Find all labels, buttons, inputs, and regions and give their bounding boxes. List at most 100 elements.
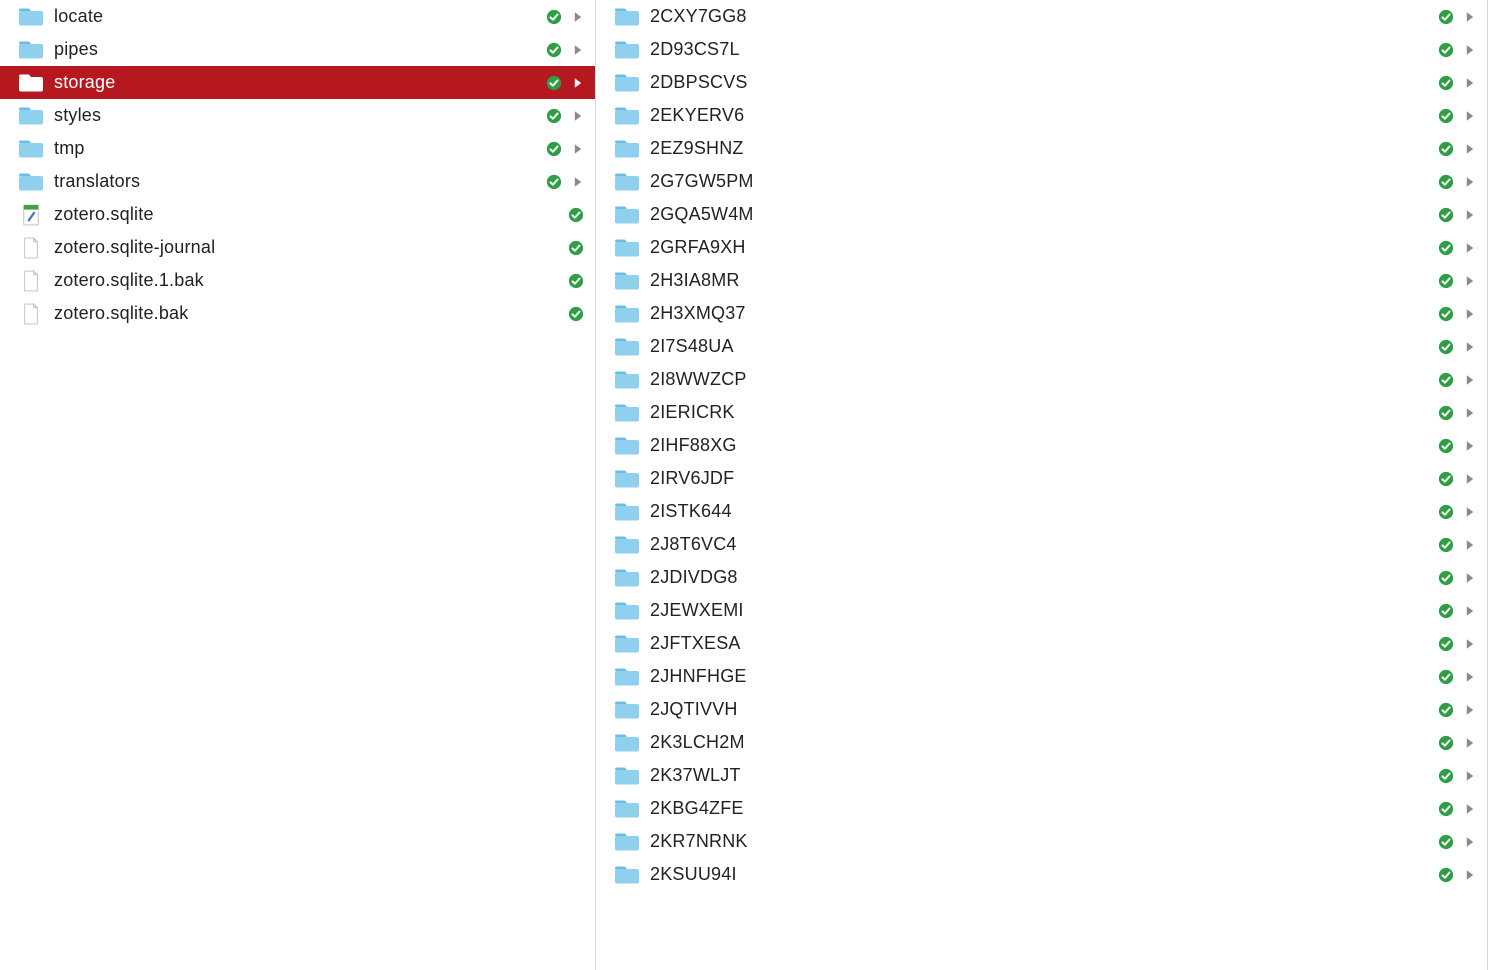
folder-icon [614,535,640,555]
file-row[interactable]: zotero.sqlite.bak [0,297,595,330]
sync-status-icon [545,107,563,125]
sync-status-icon [1437,701,1455,719]
file-row[interactable]: 2H3IA8MR [596,264,1487,297]
file-name-label: 2H3XMQ37 [650,303,1431,324]
file-row[interactable]: 2ISTK644 [596,495,1487,528]
file-name-label: 2KBG4ZFE [650,798,1431,819]
file-row[interactable]: 2IRV6JDF [596,462,1487,495]
folder-icon [614,634,640,654]
disclosure-arrow-icon [1463,76,1477,90]
file-name-label: 2ISTK644 [650,501,1431,522]
folder-icon [614,733,640,753]
file-name-label: 2JDIVDG8 [650,567,1431,588]
file-row[interactable]: 2JDIVDG8 [596,561,1487,594]
file-icon [18,304,44,324]
folder-icon [614,436,640,456]
folder-icon [614,205,640,225]
file-row[interactable]: 2KSUU94I [596,858,1487,891]
folder-icon [18,40,44,60]
folder-icon [614,832,640,852]
file-name-label: 2IHF88XG [650,435,1431,456]
file-row[interactable]: 2GQA5W4M [596,198,1487,231]
finder-column-view: locate pipes storage styles tmp tra [0,0,1488,970]
file-row[interactable]: 2GRFA9XH [596,231,1487,264]
file-row[interactable]: 2K3LCH2M [596,726,1487,759]
file-row[interactable]: translators [0,165,595,198]
file-row[interactable]: 2IERICRK [596,396,1487,429]
file-name-label: 2GRFA9XH [650,237,1431,258]
file-name-label: 2EZ9SHNZ [650,138,1431,159]
folder-icon [18,7,44,27]
file-row[interactable]: styles [0,99,595,132]
disclosure-arrow-icon [1463,109,1477,123]
file-row[interactable]: tmp [0,132,595,165]
disclosure-arrow-icon [1463,307,1477,321]
file-name-label: 2JFTXESA [650,633,1431,654]
file-row[interactable]: 2G7GW5PM [596,165,1487,198]
folder-icon [614,73,640,93]
folder-icon [614,502,640,522]
file-name-label: zotero.sqlite.bak [54,303,561,324]
folder-icon [614,469,640,489]
sync-status-icon [545,74,563,92]
file-row[interactable]: 2DBPSCVS [596,66,1487,99]
file-name-label: 2IRV6JDF [650,468,1431,489]
sync-status-icon [1437,206,1455,224]
file-row[interactable]: 2I8WWZCP [596,363,1487,396]
file-icon [18,271,44,291]
file-row[interactable]: locate [0,0,595,33]
file-row[interactable]: 2J8T6VC4 [596,528,1487,561]
file-row[interactable]: 2JFTXESA [596,627,1487,660]
file-row[interactable]: 2CXY7GG8 [596,0,1487,33]
file-row[interactable]: storage [0,66,595,99]
folder-icon [614,106,640,126]
file-name-label: tmp [54,138,539,159]
folder-icon [614,667,640,687]
file-name-label: zotero.sqlite-journal [54,237,561,258]
file-list-right: 2CXY7GG8 2D93CS7L 2DBPSCVS 2EKYERV6 2EZ9… [596,0,1487,891]
disclosure-arrow-icon [1463,142,1477,156]
file-row[interactable]: 2JHNFHGE [596,660,1487,693]
sync-status-icon [1437,404,1455,422]
file-name-label: zotero.sqlite.1.bak [54,270,561,291]
file-icon [18,238,44,258]
file-name-label: 2GQA5W4M [650,204,1431,225]
disclosure-arrow-icon [1463,439,1477,453]
file-row[interactable]: 2EZ9SHNZ [596,132,1487,165]
column-right: 2CXY7GG8 2D93CS7L 2DBPSCVS 2EKYERV6 2EZ9… [596,0,1488,970]
file-row[interactable]: 2I7S48UA [596,330,1487,363]
sync-status-icon [1437,437,1455,455]
file-name-label: styles [54,105,539,126]
file-row[interactable]: zotero.sqlite [0,198,595,231]
folder-icon [614,601,640,621]
sync-status-icon [545,8,563,26]
file-row[interactable]: zotero.sqlite.1.bak [0,264,595,297]
folder-icon [614,865,640,885]
file-name-label: 2DBPSCVS [650,72,1431,93]
file-row[interactable]: zotero.sqlite-journal [0,231,595,264]
sync-status-icon [1437,833,1455,851]
file-row[interactable]: 2JEWXEMI [596,594,1487,627]
disclosure-arrow-icon [1463,43,1477,57]
file-row[interactable]: 2KR7NRNK [596,825,1487,858]
file-row[interactable]: pipes [0,33,595,66]
disclosure-arrow-icon [1463,802,1477,816]
file-row[interactable]: 2JQTIVVH [596,693,1487,726]
file-name-label: 2I7S48UA [650,336,1431,357]
folder-icon [18,172,44,192]
file-row[interactable]: 2D93CS7L [596,33,1487,66]
sync-status-icon [1437,338,1455,356]
file-name-label: 2I8WWZCP [650,369,1431,390]
file-name-label: 2K37WLJT [650,765,1431,786]
folder-icon [614,304,640,324]
sync-status-icon [1437,74,1455,92]
sync-status-icon [1437,767,1455,785]
sync-status-icon [567,239,585,257]
folder-icon [614,7,640,27]
file-row[interactable]: 2H3XMQ37 [596,297,1487,330]
file-row[interactable]: 2KBG4ZFE [596,792,1487,825]
disclosure-arrow-icon [1463,670,1477,684]
file-row[interactable]: 2EKYERV6 [596,99,1487,132]
file-row[interactable]: 2IHF88XG [596,429,1487,462]
file-row[interactable]: 2K37WLJT [596,759,1487,792]
